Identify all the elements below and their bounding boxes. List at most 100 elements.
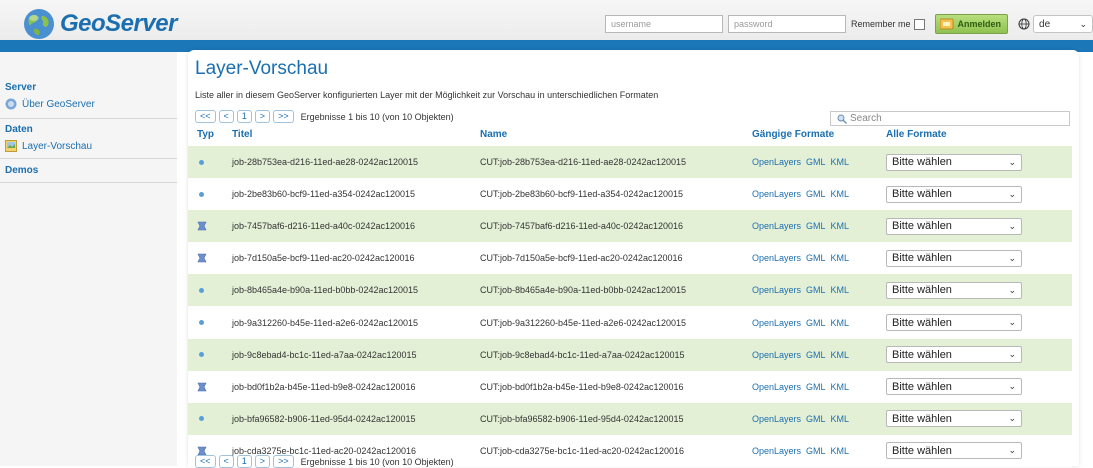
type-cell bbox=[199, 339, 204, 371]
chevron-down-icon: ⌄ bbox=[1008, 252, 1016, 263]
sidebar-item-layer-preview[interactable]: Layer-Vorschau bbox=[5, 140, 92, 152]
all-formats-cell: Bitte wählen ⌄ bbox=[886, 178, 1022, 210]
kml-link[interactable]: KML bbox=[831, 157, 850, 167]
kml-link[interactable]: KML bbox=[831, 285, 850, 295]
pager-prev-button[interactable]: < bbox=[218, 110, 234, 123]
pager-first-button[interactable]: << bbox=[195, 110, 216, 123]
search-input[interactable]: Search bbox=[830, 111, 1070, 126]
format-select[interactable]: Bitte wählen ⌄ bbox=[886, 378, 1022, 396]
chevron-down-icon: ⌄ bbox=[1008, 413, 1016, 424]
layer-preview-icon bbox=[5, 140, 17, 152]
remember-me-checkbox[interactable] bbox=[913, 18, 925, 30]
format-select[interactable]: Bitte wählen ⌄ bbox=[886, 410, 1022, 428]
language-select[interactable]: de ⌄ bbox=[1033, 15, 1093, 33]
format-select[interactable]: Bitte wählen ⌄ bbox=[886, 314, 1022, 331]
sidebar-divider bbox=[0, 118, 177, 119]
openlayers-link[interactable]: OpenLayers bbox=[752, 221, 801, 231]
chevron-down-icon: ⌄ bbox=[1008, 349, 1016, 360]
format-select-value: Bitte wählen bbox=[892, 252, 952, 265]
layer-name: CUT:job-bd0f1b2a-b45e-11ed-b9e8-0242ac12… bbox=[480, 381, 684, 392]
type-cell bbox=[199, 403, 204, 435]
format-select[interactable]: Bitte wählen ⌄ bbox=[886, 249, 1022, 267]
all-formats-cell: Bitte wählen ⌄ bbox=[886, 307, 1022, 339]
kml-link[interactable]: KML bbox=[831, 446, 850, 456]
format-select[interactable]: Bitte wählen ⌄ bbox=[886, 281, 1022, 299]
pager-page-1-button[interactable]: 1 bbox=[236, 455, 252, 468]
username-input[interactable] bbox=[605, 15, 723, 33]
polygon-layer-icon bbox=[197, 221, 207, 231]
gml-link[interactable]: GML bbox=[806, 221, 826, 231]
kml-link[interactable]: KML bbox=[831, 350, 850, 360]
pager-prev-button[interactable]: < bbox=[218, 455, 234, 468]
sidebar-item-about[interactable]: Über GeoServer bbox=[5, 98, 95, 110]
gml-link[interactable]: GML bbox=[806, 446, 826, 456]
remember-me-label: Remember me bbox=[851, 19, 911, 29]
kml-link[interactable]: KML bbox=[831, 414, 850, 424]
layer-title: job-bd0f1b2a-b45e-11ed-b9e8-0242ac120016 bbox=[232, 381, 416, 392]
openlayers-link[interactable]: OpenLayers bbox=[752, 157, 801, 167]
format-select-value: Bitte wählen bbox=[892, 220, 952, 233]
pager-first-button[interactable]: << bbox=[195, 455, 216, 468]
geoserver-logo[interactable]: GeoServer bbox=[22, 6, 177, 42]
layer-name: CUT:job-7457baf6-d216-11ed-a40c-0242ac12… bbox=[480, 221, 683, 232]
pager-page-1-button[interactable]: 1 bbox=[236, 110, 252, 123]
login-button[interactable]: Anmelden bbox=[934, 14, 1009, 34]
kml-link[interactable]: KML bbox=[831, 189, 850, 199]
openlayers-link[interactable]: OpenLayers bbox=[752, 253, 801, 263]
format-select[interactable]: Bitte wählen ⌄ bbox=[886, 442, 1022, 460]
format-select[interactable]: Bitte wählen ⌄ bbox=[886, 153, 1022, 171]
openlayers-link[interactable]: OpenLayers bbox=[752, 189, 801, 199]
chevron-down-icon: ⌄ bbox=[1008, 317, 1016, 327]
pager-last-button[interactable]: >> bbox=[273, 110, 294, 123]
kml-link[interactable]: KML bbox=[831, 221, 850, 231]
pager-results-text: Ergebnisse 1 bis 10 (von 10 Objekten) bbox=[300, 111, 454, 122]
gml-link[interactable]: GML bbox=[806, 382, 826, 392]
kml-link[interactable]: KML bbox=[831, 253, 850, 263]
gml-link[interactable]: GML bbox=[806, 350, 826, 360]
openlayers-link[interactable]: OpenLayers bbox=[752, 285, 801, 295]
table-row: job-2be83b60-bcf9-11ed-a354-0242ac120015… bbox=[188, 178, 1072, 211]
gml-link[interactable]: GML bbox=[806, 253, 826, 263]
gml-link[interactable]: GML bbox=[806, 414, 826, 424]
chevron-down-icon: ⌄ bbox=[1008, 156, 1016, 167]
openlayers-link[interactable]: OpenLayers bbox=[752, 446, 801, 456]
chevron-down-icon: ⌄ bbox=[1079, 18, 1087, 29]
point-layer-icon bbox=[199, 352, 204, 358]
gml-link[interactable]: GML bbox=[806, 318, 826, 328]
common-formats-links: OpenLayers GML KML bbox=[752, 307, 854, 339]
layer-name: CUT:job-cda3275e-bc1c-11ed-ac20-0242ac12… bbox=[480, 445, 684, 456]
layer-name: CUT:job-9c8ebad4-bc1c-11ed-a7aa-0242ac12… bbox=[480, 349, 685, 360]
format-select[interactable]: Bitte wählen ⌄ bbox=[886, 185, 1022, 203]
layer-name: CUT:job-9a312260-b45e-11ed-a2e6-0242ac12… bbox=[480, 317, 686, 328]
type-cell bbox=[199, 178, 204, 210]
page-description: Liste aller in diesem GeoServer konfigur… bbox=[195, 90, 659, 100]
login-key-icon bbox=[939, 18, 953, 30]
sidebar-item-about-label: Über GeoServer bbox=[22, 98, 95, 110]
column-header-name[interactable]: Name bbox=[480, 129, 507, 140]
column-header-title[interactable]: Titel bbox=[232, 129, 252, 140]
kml-link[interactable]: KML bbox=[831, 382, 850, 392]
format-select[interactable]: Bitte wählen ⌄ bbox=[886, 217, 1022, 235]
sidebar-divider bbox=[0, 182, 177, 183]
pager-next-button[interactable]: > bbox=[254, 455, 271, 468]
openlayers-link[interactable]: OpenLayers bbox=[752, 382, 801, 392]
gml-link[interactable]: GML bbox=[806, 157, 826, 167]
layer-title: job-7457baf6-d216-11ed-a40c-0242ac120016 bbox=[232, 221, 415, 232]
password-input[interactable] bbox=[728, 15, 846, 33]
openlayers-link[interactable]: OpenLayers bbox=[752, 350, 801, 360]
openlayers-link[interactable]: OpenLayers bbox=[752, 318, 801, 328]
pager-last-button[interactable]: >> bbox=[273, 455, 294, 468]
kml-link[interactable]: KML bbox=[831, 318, 850, 328]
sidebar-item-demos[interactable]: Demos bbox=[5, 165, 38, 176]
pager-next-button[interactable]: > bbox=[254, 110, 271, 123]
openlayers-link[interactable]: OpenLayers bbox=[752, 414, 801, 424]
logo-text: GeoServer bbox=[60, 10, 177, 37]
format-select[interactable]: Bitte wählen ⌄ bbox=[886, 346, 1022, 364]
gml-link[interactable]: GML bbox=[806, 285, 826, 295]
type-cell bbox=[197, 242, 207, 274]
page-title: Layer-Vorschau bbox=[195, 58, 329, 79]
column-header-type[interactable]: Typ bbox=[197, 129, 214, 140]
format-select-value: Bitte wählen bbox=[892, 156, 952, 168]
gml-link[interactable]: GML bbox=[806, 189, 826, 199]
layer-name: CUT:job-7d150a5e-bcf9-11ed-ac20-0242ac12… bbox=[480, 253, 683, 264]
